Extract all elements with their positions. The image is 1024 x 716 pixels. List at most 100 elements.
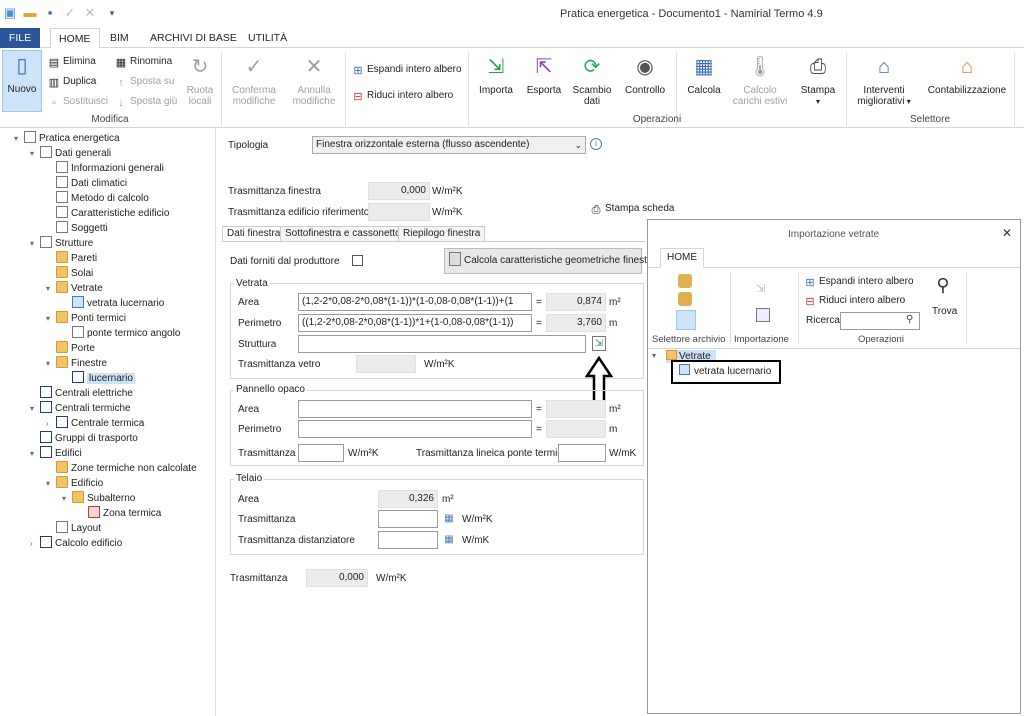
tree-item[interactable]: vetrata lucernario [62, 296, 164, 311]
scambio-dati-button[interactable]: ⟳ Scambio dati [568, 52, 616, 107]
pannello-perimetro-input[interactable] [298, 420, 532, 438]
import-tab-home[interactable]: HOME [660, 248, 704, 268]
expand-chevron-icon[interactable]: ▾ [46, 311, 56, 326]
tree-item[interactable]: ▾ Centrali termiche [30, 401, 131, 416]
tree-item[interactable]: ▾ Finestre [46, 356, 107, 371]
conferma-modifiche-button[interactable]: ✓ Conferma modifiche [226, 52, 282, 107]
expand-chevron-icon[interactable]: ▾ [46, 356, 56, 371]
esporta-button[interactable]: ⇱ Esporta [522, 52, 566, 96]
close-x-icon[interactable]: ✕ [82, 5, 98, 21]
tree-item[interactable]: ▾ Dati generali [30, 146, 111, 161]
vetrata-perimetro-formula[interactable]: ((1,2-2*0,08-2*0,08*(1-1))*1+(1-0,08-0,0… [298, 314, 532, 332]
pannello-trasm-input[interactable] [298, 444, 344, 462]
tree-item[interactable]: Layout [46, 521, 101, 536]
tree-item[interactable]: Pareti [46, 251, 97, 266]
tipologia-select[interactable]: Finestra orizzontale esterna (flusso asc… [312, 136, 586, 154]
tree-item[interactable]: › Calcolo edificio [30, 536, 122, 551]
tab-home[interactable]: HOME [50, 28, 100, 49]
dati-produttore-checkbox[interactable] [352, 255, 363, 266]
chevron-down-icon[interactable]: ▾ [652, 351, 656, 360]
import-disabled-icon[interactable]: ⇲ [756, 282, 770, 296]
expand-chevron-icon[interactable]: ▾ [30, 446, 40, 461]
table-icon[interactable] [756, 308, 770, 322]
database-user-icon[interactable] [678, 292, 692, 306]
tab-sottofinestra[interactable]: Sottofinestra e cassonetto [280, 226, 406, 242]
import-riduci-button[interactable]: ⊟ Riduci intero albero [804, 293, 905, 309]
importa-button[interactable]: ⇲ Importa [474, 52, 518, 96]
annulla-modifiche-button[interactable]: ✕ Annulla modifiche [287, 52, 341, 107]
calculator-icon[interactable]: ▦ [444, 513, 454, 525]
qat-dropdown-icon[interactable]: ▾ [104, 5, 120, 21]
binoculars-icon[interactable]: ⚲ [906, 314, 913, 325]
tree-item[interactable]: ▾ Ponti termici [46, 311, 126, 326]
collapse-chevron-icon[interactable]: › [30, 536, 40, 551]
database-folder-icon[interactable] [676, 310, 696, 330]
collapse-chevron-icon[interactable]: › [46, 416, 56, 431]
sposta-su-button[interactable]: ↑ Sposta su [115, 74, 174, 90]
tree-item[interactable]: ▾ Edifici [30, 446, 82, 461]
expand-chevron-icon[interactable]: ▾ [46, 476, 56, 491]
struttura-input[interactable] [298, 335, 586, 353]
pannello-area-input[interactable] [298, 400, 532, 418]
tree-item[interactable]: Zone termiche non calcolate [46, 461, 197, 476]
tree-item[interactable]: Solai [46, 266, 93, 281]
tree-item[interactable]: ▾ Subalterno [62, 491, 135, 506]
trasm-distanziatore-input[interactable] [378, 531, 438, 549]
calcola-geometriche-button[interactable]: Calcola caratteristiche geometriche fine… [444, 248, 656, 274]
trova-button[interactable]: Trova [932, 306, 957, 317]
import-struttura-icon[interactable]: ⇲ [592, 336, 606, 351]
tree-item[interactable]: Caratteristiche edificio [46, 206, 169, 221]
calcolo-carichi-button[interactable]: 🌡 Calcolo carichi estivi [730, 52, 790, 107]
open-folder-icon[interactable]: ▬ [22, 5, 38, 21]
save-icon[interactable]: ▪ [42, 5, 58, 21]
lineica-input[interactable] [558, 444, 606, 462]
tab-utilita[interactable]: UTILITÀ [240, 28, 295, 48]
stampa-scheda-button[interactable]: ⎙ Stampa scheda [590, 201, 675, 217]
check-icon[interactable]: ✓ [62, 5, 78, 21]
database-icon[interactable] [678, 274, 692, 288]
elimina-button[interactable]: ▤ Elimina [48, 54, 96, 70]
tree-item[interactable]: ponte termico angolo [62, 326, 180, 341]
tree-item[interactable]: Centrali elettriche [30, 386, 133, 401]
calcola-button[interactable]: ▦ Calcola [682, 52, 726, 96]
interventi-migliorativi-button[interactable]: ⌂ Interventi migliorativi ▾ [852, 52, 916, 107]
rinomina-button[interactable]: ▦ Rinomina [115, 54, 172, 70]
tab-bim[interactable]: BIM [102, 28, 137, 48]
espandi-albero-button[interactable]: ⊞ Espandi intero albero [352, 62, 461, 78]
expand-chevron-icon[interactable]: ▾ [30, 236, 40, 251]
tree-item[interactable]: Soggetti [46, 221, 108, 236]
controllo-button[interactable]: ◉ Controllo [620, 52, 670, 96]
tree-item[interactable]: Porte [46, 341, 95, 356]
expand-chevron-icon[interactable]: ▾ [46, 281, 56, 296]
sposta-giu-button[interactable]: ↓ Sposta giù [115, 94, 177, 110]
riduci-albero-button[interactable]: ⊟ Riduci intero albero [352, 88, 453, 104]
stampa-button[interactable]: ⎙ Stampa ▾ [796, 52, 840, 107]
expand-chevron-icon[interactable]: ▾ [62, 491, 72, 506]
duplica-button[interactable]: ▥ Duplica [48, 74, 97, 90]
tree-item[interactable]: › Centrale termica [46, 416, 144, 431]
vetrata-area-formula[interactable]: (1,2-2*0,08-2*0,08*(1-1))*(1-0,08-0,08*(… [298, 293, 532, 311]
tree-item[interactable]: ▾ Strutture [30, 236, 93, 251]
sostituisci-button[interactable]: ▫ Sostituisci [48, 94, 108, 110]
telaio-trasm-input[interactable] [378, 510, 438, 528]
tab-archivi-di-base[interactable]: ARCHIVI DI BASE [142, 28, 245, 48]
import-espandi-button[interactable]: ⊞ Espandi intero albero [804, 274, 913, 290]
tab-dati-finestra[interactable]: Dati finestra [222, 226, 286, 242]
close-icon[interactable]: ✕ [1002, 226, 1012, 240]
tab-riepilogo[interactable]: Riepilogo finestra [398, 226, 486, 242]
trova-binoculars-icon[interactable]: ⚲ [928, 275, 958, 303]
calculator-icon[interactable]: ▦ [444, 534, 454, 546]
tree-item[interactable]: ▾ Edificio [46, 476, 103, 491]
ruota-locali-button[interactable]: ↻ Ruota locali [180, 52, 220, 107]
tree-item[interactable]: lucernario [62, 371, 135, 386]
info-icon[interactable]: i [590, 138, 602, 150]
tree-item[interactable]: Gruppi di trasporto [30, 431, 138, 446]
tab-file[interactable]: FILE [0, 28, 40, 48]
tree-item[interactable]: Informazioni generali [46, 161, 164, 176]
contabilizzazione-button[interactable]: ⌂ Contabilizzazione [922, 52, 1012, 96]
expand-chevron-icon[interactable]: ▾ [14, 131, 24, 146]
tree-item[interactable]: Dati climatici [46, 176, 127, 191]
import-tree-item[interactable]: vetrata lucernario [671, 360, 781, 384]
tree-item[interactable]: ▾ Vetrate [46, 281, 103, 296]
expand-chevron-icon[interactable]: ▾ [30, 401, 40, 416]
